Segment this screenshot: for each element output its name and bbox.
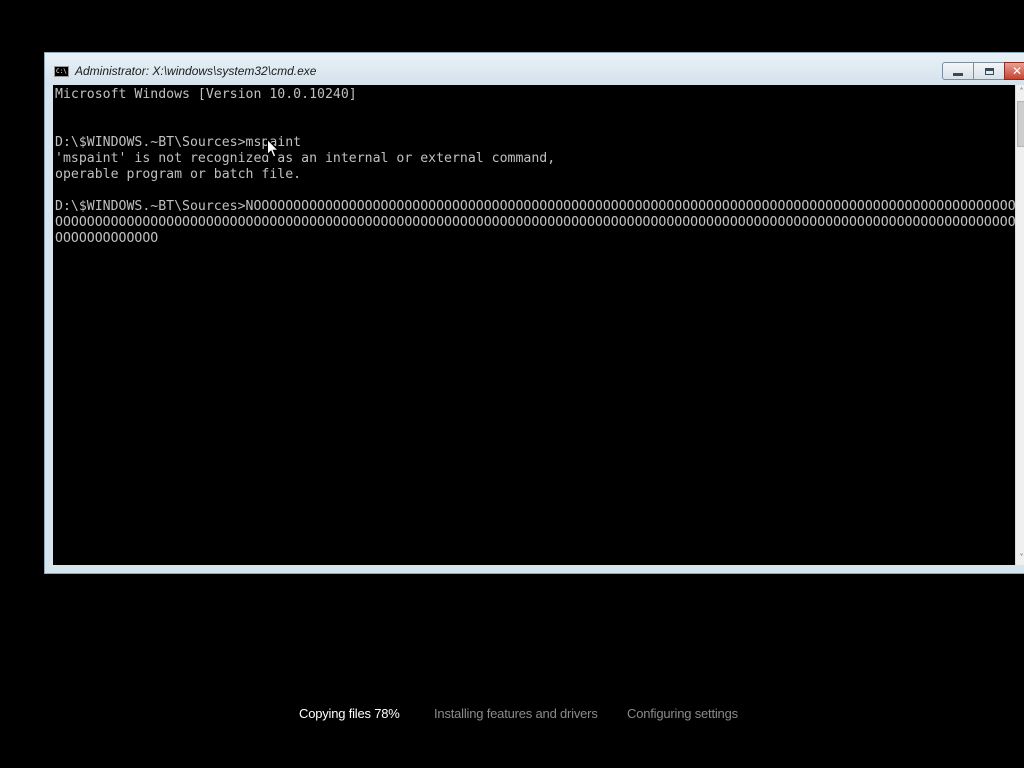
scroll-down-arrow-icon[interactable]: ˅ bbox=[1016, 551, 1024, 565]
console-line: operable program or batch file. bbox=[55, 167, 302, 182]
scroll-up-arrow-icon[interactable]: ˄ bbox=[1016, 85, 1024, 99]
close-icon: ✕ bbox=[1011, 64, 1023, 78]
console-output: Microsoft Windows [Version 10.0.10240] D… bbox=[53, 85, 1015, 247]
window-title: Administrator: X:\windows\system32\cmd.e… bbox=[75, 64, 317, 78]
caption-buttons: ✕ bbox=[942, 62, 1024, 80]
setup-progress-steps: Copying files 78% Installing features an… bbox=[0, 706, 1024, 726]
console-line: OOOOOOOOOOOOO bbox=[55, 231, 159, 246]
console-area[interactable]: Microsoft Windows [Version 10.0.10240] D… bbox=[53, 85, 1015, 565]
console-line: D:\$WINDOWS.~BT\Sources>NOOOOOOOOOOOOOOO… bbox=[55, 199, 1015, 214]
minimize-button[interactable] bbox=[942, 62, 974, 80]
maximize-icon bbox=[984, 67, 994, 75]
window-titlebar[interactable]: C:\ Administrator: X:\windows\system32\c… bbox=[45, 53, 1024, 85]
vertical-scrollbar[interactable]: ˄ ˅ bbox=[1015, 85, 1024, 565]
cmd-window[interactable]: C:\ Administrator: X:\windows\system32\c… bbox=[44, 52, 1024, 574]
console-icon[interactable]: C:\ bbox=[54, 66, 69, 77]
console-line: Microsoft Windows [Version 10.0.10240] bbox=[55, 87, 357, 102]
console-line: OOOOOOOOOOOOOOOOOOOOOOOOOOOOOOOOOOOOOOOO… bbox=[55, 215, 1015, 230]
scroll-thumb[interactable] bbox=[1017, 101, 1024, 147]
mouse-pointer-icon bbox=[267, 139, 279, 158]
console-line: 'mspaint' is not recognized as an intern… bbox=[55, 151, 556, 166]
step-installing-features: Installing features and drivers bbox=[434, 706, 598, 721]
step-copying-files: Copying files 78% bbox=[299, 706, 400, 721]
minimize-icon bbox=[953, 72, 963, 76]
close-button[interactable]: ✕ bbox=[1004, 62, 1024, 80]
maximize-button[interactable] bbox=[973, 62, 1005, 80]
setup-screen: C:\ Administrator: X:\windows\system32\c… bbox=[0, 0, 1024, 768]
step-configuring-settings: Configuring settings bbox=[627, 706, 738, 721]
console-line: D:\$WINDOWS.~BT\Sources>mspaint bbox=[55, 135, 302, 150]
